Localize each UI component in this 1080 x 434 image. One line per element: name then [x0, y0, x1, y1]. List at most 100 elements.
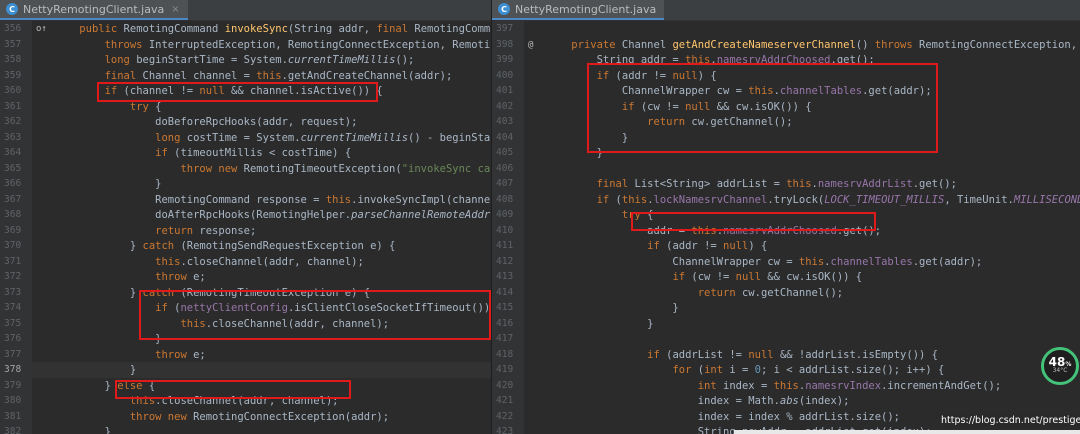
code-line[interactable]: 365 throw new RemotingTimeoutException("…	[0, 160, 491, 177]
code-text[interactable]: final List<String> addrList = this.names…	[546, 176, 957, 192]
line-number[interactable]: 382	[0, 424, 32, 434]
code-text[interactable]: throws InterruptedException, RemotingCon…	[54, 37, 491, 53]
code-text[interactable]: final Channel channel = this.getAndCreat…	[54, 68, 453, 84]
code-text[interactable]: return response;	[54, 223, 256, 239]
line-number[interactable]: 359	[0, 67, 32, 84]
line-number[interactable]: 358	[0, 52, 32, 68]
code-line[interactable]: 378 }	[0, 362, 491, 378]
code-line[interactable]: 411 if (addr != null) {	[492, 238, 1080, 254]
code-line[interactable]: 379 } else {	[0, 377, 491, 394]
code-text[interactable]: for (int i = 0; i < addrList.size(); i++…	[546, 362, 944, 378]
code-line[interactable]: 399 String addr = this.namesrvAddrChoose…	[492, 52, 1080, 68]
code-line[interactable]: 412 ChannelWrapper cw = this.channelTabl…	[492, 253, 1080, 270]
code-line[interactable]: 418 if (addrList != null && !addrList.is…	[492, 346, 1080, 363]
code-text[interactable]: }	[546, 130, 628, 146]
line-number[interactable]: 399	[492, 52, 524, 68]
line-number[interactable]: 375	[0, 315, 32, 332]
line-number[interactable]: 380	[0, 393, 32, 409]
code-line[interactable]: 374 if (nettyClientConfig.isClientCloseS…	[0, 300, 491, 316]
line-number[interactable]: 357	[0, 36, 32, 53]
code-text[interactable]: String addr = this.namesrvAddrChoosed.ge…	[546, 52, 875, 68]
code-line[interactable]: 361 try {	[0, 98, 491, 115]
code-line[interactable]: 404 }	[492, 129, 1080, 146]
line-number[interactable]: 415	[492, 300, 524, 316]
code-line[interactable]: 398 @ private Channel getAndCreateNameser…	[492, 36, 1080, 53]
line-number[interactable]: 407	[492, 176, 524, 192]
code-text[interactable]: } else {	[54, 378, 156, 394]
code-text[interactable]: if (timeoutMillis < costTime) {	[54, 145, 351, 161]
code-text[interactable]: ChannelWrapper cw = this.channelTables.g…	[546, 254, 982, 270]
code-text[interactable]: doBeforeRpcHooks(addr, request);	[54, 114, 357, 130]
line-number[interactable]: 417	[492, 331, 524, 347]
code-text[interactable]: if (cw != null && cw.isOK()) {	[546, 99, 812, 115]
code-line[interactable]: 360 if (channel != null && channel.isAct…	[0, 83, 491, 99]
code-text[interactable]: RemotingCommand response = this.invokeSy…	[54, 192, 491, 208]
line-number[interactable]: 404	[492, 129, 524, 146]
code-text[interactable]: int index = this.namesrvIndex.incrementA…	[546, 378, 1001, 394]
code-text[interactable]: if (addr != null) {	[546, 238, 767, 254]
line-number[interactable]: 408	[492, 191, 524, 208]
line-number[interactable]: 398	[492, 36, 524, 53]
line-number[interactable]: 366	[0, 176, 32, 192]
close-icon[interactable]: ×	[171, 4, 179, 15]
code-line[interactable]: 357 throws InterruptedException, Remotin…	[0, 36, 491, 53]
code-text[interactable]: this.closeChannel(addr, channel);	[54, 316, 389, 332]
line-number[interactable]: 373	[0, 284, 32, 301]
gutter-marker-icon[interactable]: @	[528, 37, 533, 53]
code-line[interactable]: 413 if (cw != null && cw.isOK()) {	[492, 269, 1080, 285]
code-line[interactable]: 376 }	[0, 331, 491, 347]
code-line[interactable]: 373 } catch (RemotingTimeoutException e)…	[0, 284, 491, 301]
code-text[interactable]: } catch (RemotingTimeoutException e) {	[54, 285, 370, 301]
code-line[interactable]: 402 if (cw != null && cw.isOK()) {	[492, 98, 1080, 115]
line-number[interactable]: 381	[0, 408, 32, 425]
code-text[interactable]: if (channel != null && channel.isActive(…	[54, 83, 383, 99]
code-text[interactable]: throw e;	[54, 269, 206, 285]
code-text[interactable]: }	[54, 424, 111, 434]
code-text[interactable]: try {	[54, 99, 162, 115]
code-text[interactable]: }	[54, 331, 161, 347]
code-text[interactable]: long beginStartTime = System.currentTime…	[54, 52, 415, 68]
code-line[interactable]: 380 this.closeChannel(addr, channel);	[0, 393, 491, 409]
line-number[interactable]: 378	[0, 362, 32, 378]
code-line[interactable]: 420 int index = this.namesrvIndex.increm…	[492, 377, 1080, 394]
code-line[interactable]: 375 this.closeChannel(addr, channel);	[0, 315, 491, 332]
line-number[interactable]: 414	[492, 284, 524, 301]
code-line[interactable]: 377 throw e;	[0, 346, 491, 363]
tab-left-file[interactable]: C NettyRemotingClient.java ×	[0, 0, 188, 20]
line-number[interactable]: 419	[492, 362, 524, 378]
right-editor-pane[interactable]: C NettyRemotingClient.java 397 398 @ priva…	[492, 0, 1080, 434]
code-line[interactable]: 367 RemotingCommand response = this.invo…	[0, 191, 491, 208]
line-number[interactable]: 410	[492, 222, 524, 239]
line-number[interactable]: 360	[0, 83, 32, 99]
code-text[interactable]: if (addr != null) {	[546, 68, 717, 84]
code-text[interactable]: return cw.getChannel();	[546, 114, 792, 130]
line-number[interactable]: 406	[492, 160, 524, 177]
code-line[interactable]: 382 }	[0, 424, 491, 434]
line-number[interactable]: 421	[492, 393, 524, 409]
line-number[interactable]: 371	[0, 253, 32, 270]
code-text[interactable]: if (addrList != null && !addrList.isEmpt…	[546, 347, 938, 363]
line-number[interactable]: 370	[0, 238, 32, 254]
code-text[interactable]: this.closeChannel(addr, channel);	[54, 393, 339, 409]
line-number[interactable]: 402	[492, 98, 524, 115]
code-text[interactable]: } catch (RemotingSendRequestException e)…	[54, 238, 396, 254]
code-text[interactable]: throw new RemotingTimeoutException("invo…	[54, 161, 491, 177]
code-line[interactable]: 401 ChannelWrapper cw = this.channelTabl…	[492, 83, 1080, 99]
line-number[interactable]: 367	[0, 191, 32, 208]
code-text[interactable]: index = Math.abs(index);	[546, 393, 850, 409]
line-number[interactable]: 411	[492, 238, 524, 254]
code-line[interactable]: 370 } catch (RemotingSendRequestExceptio…	[0, 238, 491, 254]
code-text[interactable]: doAfterRpcHooks(RemotingHelper.parseChan…	[54, 207, 491, 223]
code-line[interactable]: 407 final List<String> addrList = this.n…	[492, 176, 1080, 192]
code-line[interactable]: 364 if (timeoutMillis < costTime) {	[0, 145, 491, 161]
code-line[interactable]: 372 throw e;	[0, 269, 491, 285]
code-line[interactable]: 381 throw new RemotingConnectException(a…	[0, 408, 491, 425]
line-number[interactable]: 376	[0, 331, 32, 347]
code-line[interactable]: 363 long costTime = System.currentTimeMi…	[0, 129, 491, 146]
line-number[interactable]: 418	[492, 346, 524, 363]
code-text[interactable]: if (this.lockNamesrvChannel.tryLock(LOCK…	[546, 192, 1080, 208]
line-number[interactable]: 361	[0, 98, 32, 115]
code-line[interactable]: 371 this.closeChannel(addr, channel);	[0, 253, 491, 270]
code-line[interactable]: 417	[492, 331, 1080, 347]
line-number[interactable]: 372	[0, 269, 32, 285]
